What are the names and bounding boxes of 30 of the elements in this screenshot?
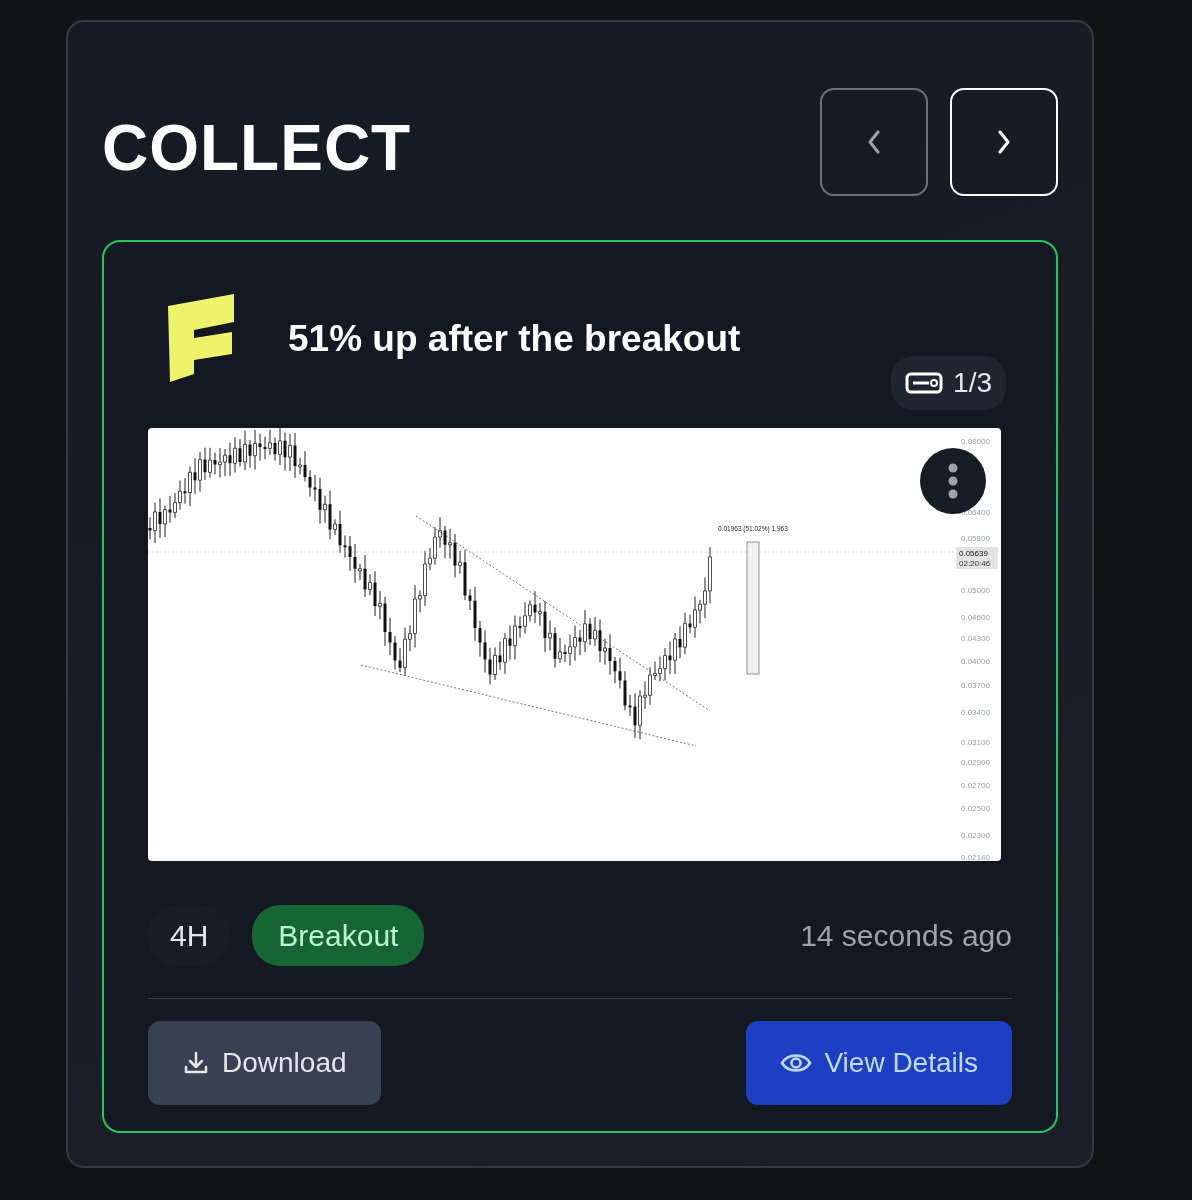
chevron-left-icon <box>868 130 880 154</box>
card-title: 51% up after the breakout <box>288 317 741 362</box>
panel-title: COLLECT <box>102 116 412 180</box>
axis-label: 0.04000 <box>961 657 990 666</box>
axis-label: 0.03100 <box>961 738 990 747</box>
axis-label: 0.04600 <box>961 613 990 622</box>
axis-label: 0.03400 <box>961 708 990 717</box>
counter-text: 1/3 <box>953 366 992 400</box>
axis-label: 0.02140 <box>961 853 990 861</box>
pattern-tag: Breakout <box>252 905 425 966</box>
ticket-icon <box>905 371 944 395</box>
axis-label: 0.02300 <box>961 831 990 840</box>
axis-label: 0.02500 <box>961 804 990 813</box>
axis-label: 0.05800 <box>961 534 990 543</box>
view-details-button[interactable]: View Details <box>746 1021 1012 1105</box>
price-text: 0.05639 <box>959 549 988 558</box>
chevron-right-icon <box>998 130 1010 154</box>
timeframe-tag: 4H <box>148 905 231 966</box>
axis-label: 0.05000 <box>961 586 990 595</box>
download-button[interactable]: Download <box>148 1021 381 1105</box>
logo-icon <box>166 294 236 384</box>
price-tag <box>956 547 998 569</box>
axis-label: 0.02900 <box>961 758 990 767</box>
next-button[interactable] <box>950 88 1058 196</box>
axis-label: 0.02700 <box>961 781 990 790</box>
timestamp: 14 seconds ago <box>800 918 1012 954</box>
countdown-text: 02:20:46 <box>959 559 991 568</box>
axis-label: 0.08000 <box>961 437 990 446</box>
axis-label: 0.04300 <box>961 634 990 643</box>
axis-label: 0.03700 <box>961 681 990 690</box>
